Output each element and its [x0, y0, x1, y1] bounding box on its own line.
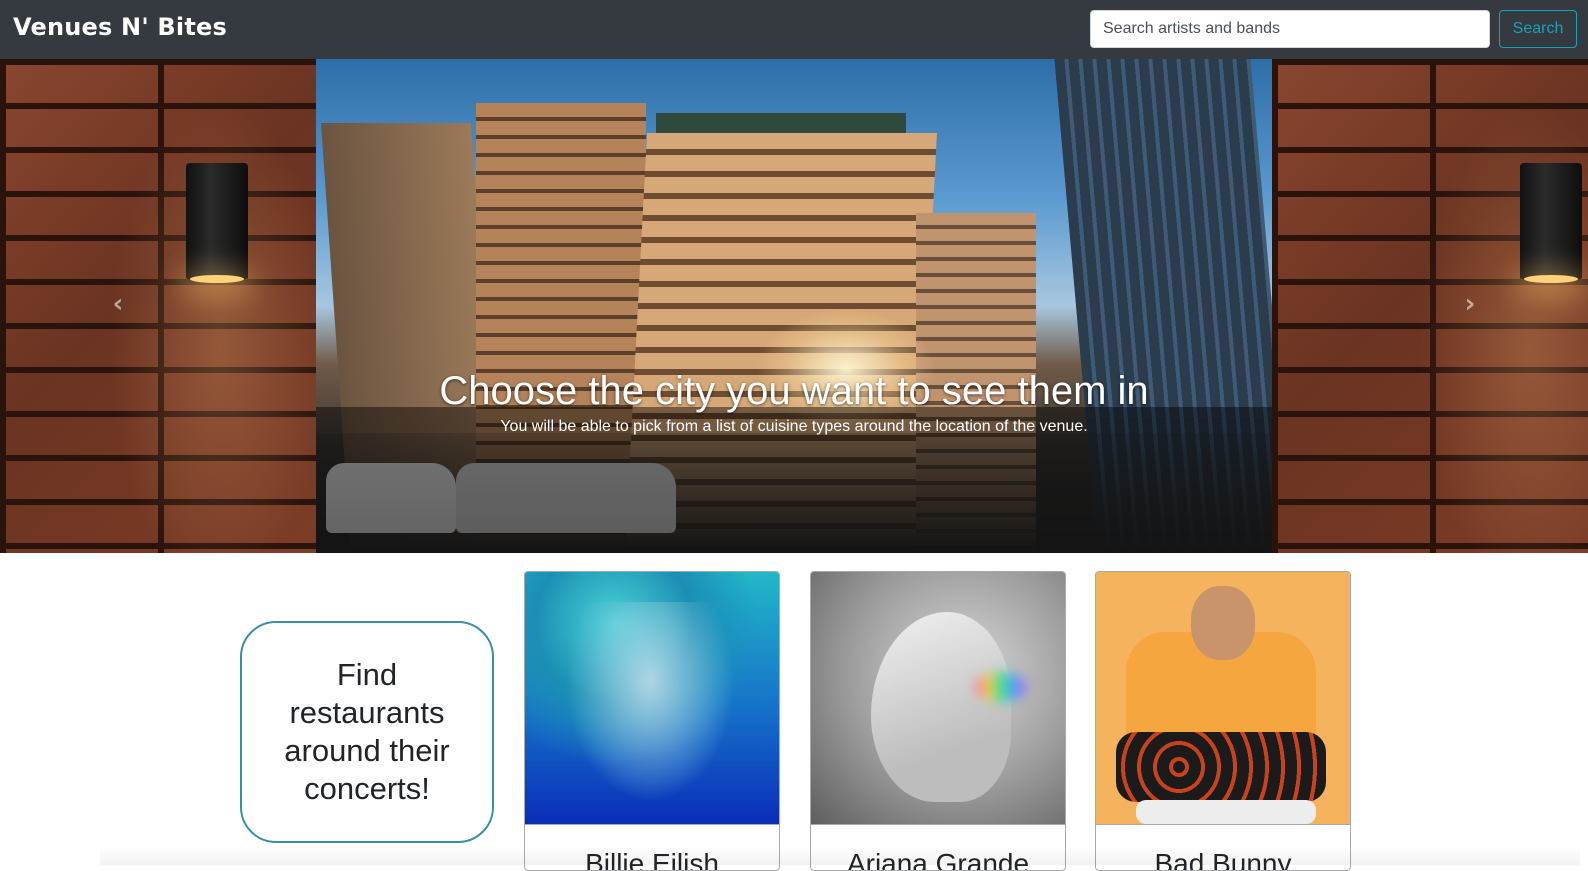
search-button[interactable]: Search	[1499, 10, 1577, 48]
artist-photo[interactable]	[1096, 572, 1350, 825]
search-input[interactable]	[1090, 10, 1490, 48]
wall-lamp-left	[186, 163, 248, 283]
section-shadow	[100, 845, 1580, 865]
artist-photo[interactable]	[811, 572, 1065, 825]
brand-logo[interactable]: Venues N' Bites	[13, 13, 227, 41]
artist-card-ariana-grande[interactable]: Ariana Grande	[810, 571, 1066, 871]
chevron-right-icon: ›	[1464, 289, 1476, 319]
photo-subject	[565, 602, 735, 802]
carousel-prev-button[interactable]: ‹	[103, 289, 133, 319]
tagline-box: Find restaurants around their concerts!	[240, 621, 494, 843]
artist-card-bad-bunny[interactable]: Bad Bunny	[1095, 571, 1351, 871]
carousel-next-button[interactable]: ›	[1455, 289, 1485, 319]
artist-card-billie-eilish[interactable]: Billie Eilish	[524, 571, 780, 871]
navbar: Venues N' Bites Search	[0, 0, 1588, 59]
chevron-left-icon: ‹	[112, 289, 124, 319]
lamp-glow-right	[1400, 59, 1588, 553]
photo-subject	[871, 612, 1011, 802]
carousel-caption-text: You will be able to pick from a list of …	[500, 418, 1088, 435]
hero-carousel: ‹ ›	[0, 59, 1588, 553]
tagline-text: Find restaurants around their concerts!	[284, 657, 450, 806]
wall-lamp-right	[1520, 163, 1582, 283]
artist-photo[interactable]	[525, 572, 779, 825]
photo-subject-head	[1191, 586, 1255, 660]
photo-subject-pants	[1116, 732, 1326, 802]
carousel-caption-title: Choose the city you want to see them in	[439, 369, 1149, 413]
photo-subject-shoes	[1136, 800, 1316, 824]
photo-rainbow-highlight	[976, 672, 1026, 702]
